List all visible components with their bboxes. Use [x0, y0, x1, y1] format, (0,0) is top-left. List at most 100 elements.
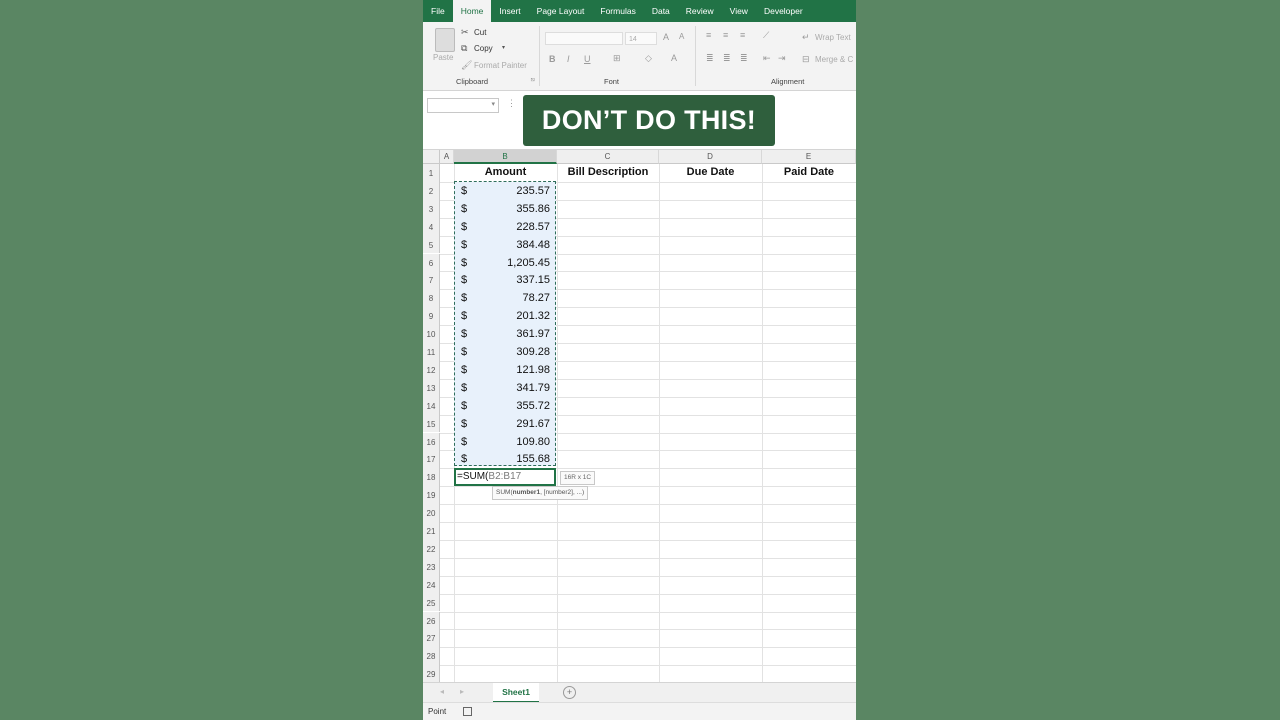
sheet-tab-bar: ◂ ▸ Sheet1 + — [423, 682, 856, 703]
row-header[interactable]: 15 — [423, 414, 440, 433]
indent-icon[interactable]: ⇤ — [763, 53, 771, 64]
header-due-date[interactable]: Due Date — [659, 166, 762, 178]
align-center-icon[interactable]: ≣ — [723, 53, 731, 64]
gridline — [440, 575, 856, 577]
orientation-icon[interactable]: ⟋ — [763, 30, 769, 41]
ribbon-divider — [539, 26, 540, 86]
formula-bar: ▾ ⋮ DON’T DO THIS! — [423, 91, 856, 150]
select-all-corner[interactable] — [423, 150, 440, 164]
fill-color-icon[interactable]: ◇ — [645, 53, 652, 64]
increase-font-icon[interactable]: A — [663, 32, 669, 42]
row-header[interactable]: 10 — [423, 325, 440, 343]
row-header[interactable]: 5 — [423, 235, 440, 254]
format-painter-button[interactable]: Format Painter — [474, 61, 527, 70]
header-paid-date[interactable]: Paid Date — [762, 166, 856, 178]
align-top-icon[interactable]: ≡ — [706, 30, 711, 40]
header-amount[interactable]: Amount — [454, 166, 557, 178]
row-header[interactable]: 9 — [423, 307, 440, 326]
bold-button[interactable]: B — [549, 54, 556, 64]
column-header-a[interactable]: A — [440, 150, 454, 164]
ribbon-home: Paste ✂ Cut ⧉ Copy ▾ 🖌 Format Painter Cl… — [423, 22, 856, 91]
align-middle-icon[interactable]: ≡ — [723, 30, 728, 40]
row-header[interactable]: 26 — [423, 611, 440, 630]
row-header[interactable]: 6 — [423, 253, 440, 272]
row-header[interactable]: 12 — [423, 360, 440, 379]
row-header[interactable]: 20 — [423, 504, 440, 522]
row-header[interactable]: 22 — [423, 539, 440, 558]
outdent-icon[interactable]: ⇥ — [778, 53, 786, 64]
column-header-d[interactable]: D — [659, 150, 762, 164]
align-left-icon[interactable]: ≣ — [706, 53, 714, 64]
copy-button[interactable]: Copy — [474, 44, 493, 53]
tab-view[interactable]: View — [722, 0, 756, 22]
row-header[interactable]: 24 — [423, 575, 440, 594]
row-header[interactable]: 2 — [423, 181, 440, 200]
prev-sheet-icon[interactable]: ◂ — [440, 687, 444, 696]
row-header[interactable]: 19 — [423, 486, 440, 505]
chevron-down-icon[interactable]: ▾ — [491, 100, 495, 108]
tab-review[interactable]: Review — [678, 0, 722, 22]
gridline — [440, 522, 856, 523]
tab-formulas[interactable]: Formulas — [592, 0, 643, 22]
italic-button[interactable]: I — [567, 54, 570, 64]
align-bottom-icon[interactable]: ≡ — [740, 30, 745, 40]
row-header[interactable]: 1 — [423, 164, 440, 182]
gridline — [440, 504, 856, 506]
header-bill-description[interactable]: Bill Description — [557, 166, 659, 178]
range-size-tooltip: 16R x 1C — [560, 471, 596, 485]
font-color-icon[interactable]: A — [671, 53, 677, 63]
row-header[interactable]: 23 — [423, 557, 440, 576]
align-right-icon[interactable]: ≣ — [740, 53, 748, 64]
row-header[interactable]: 27 — [423, 629, 440, 648]
borders-icon[interactable]: ⊞ — [613, 53, 621, 64]
wrap-text-icon[interactable]: ↵ — [802, 32, 810, 43]
row-header[interactable]: 3 — [423, 199, 440, 218]
row-header[interactable]: 18 — [423, 468, 440, 487]
font-name-box[interactable] — [545, 32, 623, 45]
row-header[interactable]: 11 — [423, 343, 440, 361]
column-header-c[interactable]: C — [557, 150, 659, 164]
row-header[interactable]: 16 — [423, 432, 440, 451]
copy-icon: ⧉ — [461, 43, 468, 53]
row-header[interactable]: 7 — [423, 271, 440, 290]
row-header[interactable]: 17 — [423, 450, 440, 469]
font-group-label: Font — [604, 77, 620, 86]
tab-data[interactable]: Data — [644, 0, 678, 22]
name-box[interactable]: ▾ — [427, 98, 499, 113]
active-cell-b18[interactable]: =SUM(B2:B17 — [454, 468, 556, 486]
row-header[interactable]: 29 — [423, 665, 440, 684]
column-header-e[interactable]: E — [762, 150, 856, 164]
tab-file[interactable]: File — [423, 0, 453, 22]
next-sheet-icon[interactable]: ▸ — [460, 687, 464, 696]
sheet-tab-sheet1[interactable]: Sheet1 — [493, 683, 539, 703]
paste-button[interactable]: Paste — [433, 53, 453, 62]
row-header[interactable]: 13 — [423, 378, 440, 397]
row-header[interactable]: 8 — [423, 289, 440, 308]
tab-insert[interactable]: Insert — [491, 0, 528, 22]
dialog-launcher-icon[interactable]: ⧅ — [531, 77, 535, 84]
row-header[interactable]: 25 — [423, 593, 440, 612]
underline-button[interactable]: U — [584, 54, 591, 64]
decrease-font-icon[interactable]: A — [679, 32, 684, 41]
tab-home[interactable]: Home — [452, 0, 492, 22]
row-header[interactable]: 28 — [423, 647, 440, 666]
merge-center-button[interactable]: Merge & C — [815, 55, 853, 64]
tab-developer[interactable]: Developer — [756, 0, 811, 22]
chevron-down-icon[interactable]: ▾ — [502, 44, 505, 51]
merge-icon[interactable]: ⊟ — [802, 54, 810, 65]
row-header[interactable]: 14 — [423, 396, 440, 415]
cut-button[interactable]: Cut — [474, 28, 486, 37]
tab-page-layout[interactable]: Page Layout — [529, 0, 593, 22]
row-header[interactable]: 21 — [423, 522, 440, 540]
formula-bar-dots[interactable]: ⋮ — [507, 98, 516, 109]
format-painter-icon: 🖌 — [461, 60, 473, 70]
font-size-box[interactable]: 14 — [625, 32, 657, 45]
wrap-text-button[interactable]: Wrap Text — [815, 33, 851, 42]
function-tooltip[interactable]: SUM(number1, [number2], ...) — [492, 486, 589, 500]
macro-record-icon[interactable] — [463, 707, 472, 716]
ribbon-divider — [695, 26, 696, 86]
paste-icon[interactable] — [435, 28, 455, 52]
column-header-b[interactable]: B — [454, 150, 557, 164]
add-sheet-icon[interactable]: + — [563, 686, 576, 699]
row-header[interactable]: 4 — [423, 217, 440, 236]
